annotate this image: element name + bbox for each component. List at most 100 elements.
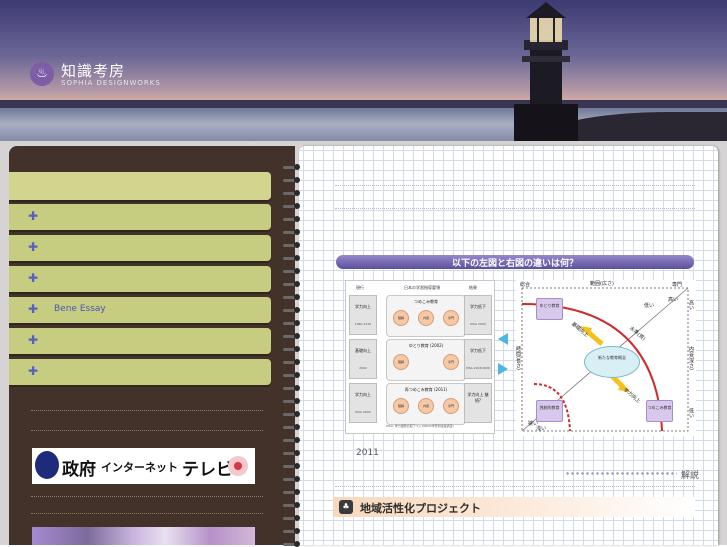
spiral-ring [282, 372, 302, 378]
spiral-ring [282, 255, 302, 261]
divider [335, 185, 695, 186]
row3-left-year: PISA 2009 [355, 410, 371, 414]
spiral-ring [282, 229, 302, 235]
explain-link[interactable]: 解説 [565, 468, 700, 481]
box-yutori: ゆとり教育 [536, 298, 563, 320]
arrow-left-icon [498, 333, 508, 345]
col-header-result: 結果 [469, 285, 477, 290]
compare-arrows [498, 333, 508, 375]
row1-item: 理解 [393, 310, 409, 326]
right-axis-label: 内容(深さ) [688, 346, 694, 370]
spiral-ring [282, 190, 302, 196]
plus-icon: ✚ [28, 302, 39, 316]
center-concept: 新たな教育概念 [584, 346, 640, 378]
row2-era: ゆとり教育 (2002) 理解 専門 [386, 339, 466, 381]
row3-era: 再つめこみ教育 (2011) 理解 内容 専門 [386, 383, 466, 425]
sidebar-item-6[interactable]: ✚ [9, 359, 271, 385]
row1-era: つめこみ教育 理解 内容 専門 [386, 295, 466, 337]
left-diagram[interactable]: 現行 日本の学習指導要領 結果 学力向上 1960-1970 つめこみ教育 理解… [345, 280, 495, 434]
sidebar-item-2[interactable]: ✚ [9, 235, 271, 261]
spiral-ring [282, 437, 302, 443]
divider [31, 410, 263, 411]
right-diagram[interactable]: 範囲(広さ) 総合 専門 時間(長さ) 内容(深さ) 高い 低い 狭い 浅い 高… [515, 280, 696, 436]
top-axis-label: 範囲(広さ) [590, 281, 614, 287]
logo-icon: ♨ [30, 62, 54, 86]
divider [31, 430, 263, 431]
divider [31, 513, 263, 514]
plus-icon: ✚ [28, 333, 39, 347]
row1-right-label: 学力低下 [470, 304, 486, 309]
row2-item: 理解 [393, 354, 409, 370]
sidebar-item-1[interactable]: ✚ [9, 204, 271, 230]
spiral-ring [282, 476, 302, 482]
spiral-ring [282, 294, 302, 300]
dotted-leader [565, 472, 677, 475]
spiral-ring [282, 541, 302, 547]
sidebar: ✚ ✚ ✚ ✚ Bene Essay ✚ ✚ 政府 インターネット テレビ [9, 146, 295, 545]
divider [31, 496, 263, 497]
box-tsumekomi: つめこみ教育 [646, 400, 673, 422]
project-label: 地域活性化プロジェクト [360, 502, 481, 515]
right-bottom-label: 低い [688, 408, 694, 418]
gov-tv-banner[interactable]: 政府 インターネット テレビ [32, 448, 255, 484]
row1-left-box: 学力向上 1960-1970 [349, 295, 377, 335]
row1-era-label: つめこみ教育 [414, 299, 438, 304]
spiral-ring [282, 463, 302, 469]
sidebar-item-5[interactable]: ✚ [9, 328, 271, 354]
spiral-ring [282, 333, 302, 339]
question-bar: 以下の左図と右図の違いは何？ [336, 255, 694, 269]
row3-left-label: 学力向上 [355, 392, 371, 397]
plus-icon: ✚ [28, 209, 39, 223]
row1-left-year: 1960-1970 [354, 322, 372, 326]
sidebar-item-label: Bene Essay [54, 304, 106, 314]
box-yutori-label: ゆとり教育 [539, 303, 560, 308]
lighthouse-image [514, 2, 578, 148]
row2-left-label: 基礎向上 [355, 348, 371, 353]
row2-right-label: 学力低下 [470, 348, 486, 353]
plus-icon: ✚ [28, 271, 39, 285]
row3-right-box: 学力向上 継続? [464, 383, 492, 423]
sidebar-tab-top[interactable] [9, 172, 271, 200]
banner-text-gov: 政府 [62, 460, 96, 480]
spiral-ring [282, 320, 302, 326]
row3-item: 理解 [393, 398, 409, 414]
photo-banner[interactable] [32, 527, 255, 545]
spiral-ring [282, 203, 302, 209]
box-tsumekomi-label: つめこみ教育 [647, 405, 672, 410]
spiral-ring [282, 164, 302, 170]
spiral-ring [282, 359, 302, 365]
year-label: 2011 [356, 448, 379, 458]
left-diagram-caption: PISA: 学力国際比較テスト(OECD学習到達度調査) [386, 424, 454, 428]
left-axis-label: 時間(長さ) [515, 346, 521, 370]
row1-right-box: 学力低下 PISA 2000 [464, 295, 492, 335]
row1-left-label: 学力向上 [355, 304, 371, 309]
explain-label: 解説 [681, 471, 700, 481]
top-left-label: 総合 [520, 282, 531, 288]
low-label: 低い [644, 303, 655, 309]
spiral-ring [282, 242, 302, 248]
high-label: 高い [668, 297, 679, 303]
row3-item: 専門 [443, 398, 459, 414]
banner-text-internet: インターネット [101, 461, 178, 474]
spiral-ring [282, 177, 302, 183]
spiral-ring [282, 398, 302, 404]
spiral-ring [282, 385, 302, 391]
divider [335, 486, 695, 487]
banner-text-tv: テレビ [182, 460, 233, 480]
box-dokusou: 独創的教育 [536, 400, 563, 422]
row3-era-label: 再つめこみ教育 (2011) [404, 387, 448, 392]
project-heading[interactable]: ♣ 地域活性化プロジェクト [333, 497, 695, 517]
row1-right-year: PISA 2000 [470, 322, 486, 326]
sidebar-item-3[interactable]: ✚ [9, 266, 271, 292]
bottom-left-label-2: 浅い [536, 426, 547, 432]
spiral-ring [282, 281, 302, 287]
site-logo[interactable]: ♨ 知識考房 SOPHIA DESIGNWORKS [30, 62, 160, 90]
spiral-ring [282, 502, 302, 508]
spiral-ring [282, 307, 302, 313]
gov-emblem-icon [35, 451, 59, 479]
spiral-ring [282, 489, 302, 495]
top-right-label: 専門 [672, 282, 683, 288]
flag-icon [228, 456, 248, 476]
logo-subtitle: SOPHIA DESIGNWORKS [61, 79, 161, 87]
sidebar-item-bene-essay[interactable]: ✚ Bene Essay [9, 297, 271, 323]
